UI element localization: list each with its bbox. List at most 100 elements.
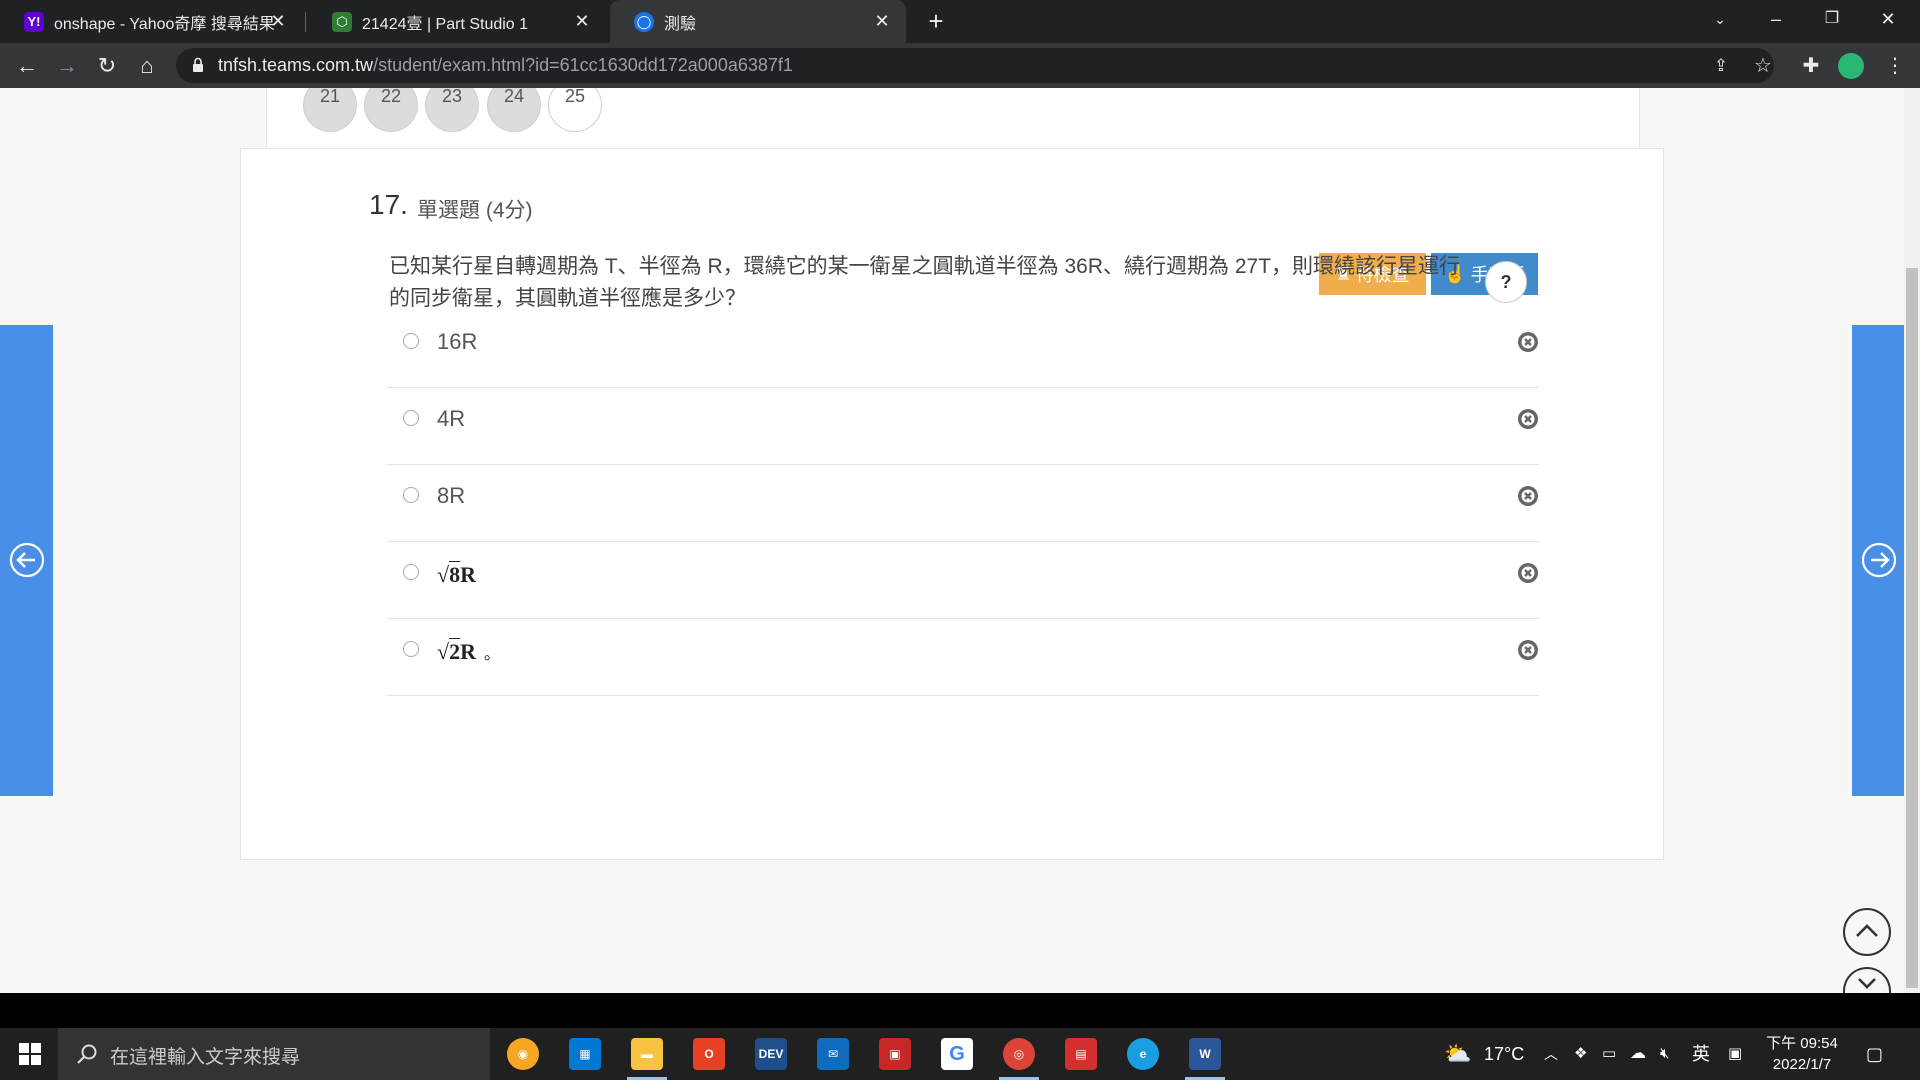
option-row[interactable]: 8R: [387, 465, 1539, 542]
windows-taskbar: 在這裡輸入文字來搜尋 ◉ ▦ ▬ O DEV ✉ ▣ G ◎ ▤ e W ⛅ 1…: [0, 1028, 1920, 1080]
option-label: 16R: [437, 329, 478, 354]
speaker-muted-icon[interactable]: 🔇︎: [1660, 1028, 1669, 1080]
weather-icon[interactable]: ⛅: [1444, 1028, 1471, 1080]
taskbar-search-box[interactable]: 在這裡輸入文字來搜尋: [58, 1028, 490, 1080]
eliminate-option-icon[interactable]: [1517, 331, 1539, 353]
tab-onshape[interactable]: ⬡ 21424壹 | Part Studio 1 ✕: [308, 0, 606, 43]
extensions-icon[interactable]: ✚: [1796, 51, 1826, 81]
gift-app-icon[interactable]: ▣: [879, 1038, 911, 1070]
chevron-down-icon: [1858, 978, 1876, 989]
option-radio[interactable]: [403, 487, 419, 503]
file-explorer-icon[interactable]: ▬: [631, 1038, 663, 1070]
option-radio[interactable]: [403, 333, 419, 349]
home-icon[interactable]: ⌂: [132, 51, 162, 81]
question-nav-item[interactable]: 24: [487, 88, 541, 132]
eliminate-option-icon[interactable]: [1517, 408, 1539, 430]
clock-time: 下午 09:54: [1766, 1035, 1838, 1052]
restore-button[interactable]: ❐: [1804, 0, 1860, 40]
menu-icon[interactable]: ⋮: [1880, 51, 1910, 81]
next-question-button[interactable]: [1852, 325, 1904, 796]
unit-suffix: R: [460, 639, 476, 664]
clock[interactable]: 下午 09:54 2022/1/7: [1766, 1033, 1838, 1075]
store-app-icon[interactable]: ▦: [569, 1038, 601, 1070]
option-label: 8R: [437, 483, 466, 508]
arrow-right-circle-icon: [1861, 542, 1897, 578]
tab-divider: [305, 12, 306, 32]
chrome-app-icon[interactable]: ◎: [1003, 1038, 1035, 1070]
tab-title: 21424壹 | Part Studio 1: [362, 15, 529, 33]
option-label: √8R: [437, 561, 476, 588]
calendar-app-icon[interactable]: ▤: [1065, 1038, 1097, 1070]
windows-icon: [19, 1043, 41, 1065]
option-radio[interactable]: [403, 410, 419, 426]
dev-app-icon[interactable]: DEV: [755, 1038, 787, 1070]
url-text: tnfsh.teams.com.tw/student/exam.html?id=…: [218, 55, 793, 76]
question-nav-item[interactable]: 25: [548, 88, 602, 132]
onedrive-icon[interactable]: ☁: [1630, 1028, 1646, 1080]
lock-icon: [193, 57, 203, 72]
edge-app-icon[interactable]: e: [1127, 1038, 1159, 1070]
chevron-up-icon: [1856, 924, 1878, 937]
start-button[interactable]: [0, 1028, 58, 1080]
browser-toolbar: ← → ↻ ⌂ tnfsh.teams.com.tw/student/exam.…: [0, 43, 1920, 88]
minimize-button[interactable]: –: [1748, 0, 1804, 40]
tab-exam[interactable]: ◯ 測驗 ✕: [610, 0, 906, 43]
close-icon[interactable]: ✕: [872, 11, 892, 31]
tab-yahoo[interactable]: Y! onshape - Yahoo奇摩 搜尋結果 ✕: [0, 0, 302, 43]
google-app-icon[interactable]: G: [941, 1038, 973, 1070]
question-card: 17. 單選題 (4分) ♜待檢查 ☝手寫板 已知某行星自轉週期為 T、半徑為 …: [240, 148, 1664, 860]
ime-indicator[interactable]: 英: [1692, 1028, 1710, 1080]
previous-question-button[interactable]: [0, 325, 53, 796]
search-icon: [77, 1044, 97, 1064]
option-radio[interactable]: [403, 564, 419, 580]
tab-title: 測驗: [664, 15, 697, 33]
tab-search-icon[interactable]: ⌄: [1692, 0, 1748, 40]
answer-options: 16R 4R 8R √8R √2R。: [387, 311, 1539, 696]
mail-app-icon[interactable]: ✉: [817, 1038, 849, 1070]
scrollbar-thumb[interactable]: [1906, 268, 1918, 988]
search-placeholder: 在這裡輸入文字來搜尋: [110, 1047, 301, 1068]
eliminate-option-icon[interactable]: [1517, 639, 1539, 661]
teams-icon: ◯: [634, 11, 654, 32]
scroll-top-button[interactable]: [1843, 908, 1891, 956]
close-icon[interactable]: ✕: [268, 11, 288, 31]
dropbox-icon[interactable]: ❖: [1574, 1028, 1587, 1080]
share-icon[interactable]: ⇪: [1706, 51, 1736, 81]
url-host: tnfsh.teams.com.tw: [218, 55, 374, 75]
bookmark-star-icon[interactable]: ☆: [1748, 51, 1778, 81]
chevron-up-icon[interactable]: ︿: [1544, 1028, 1558, 1080]
help-button[interactable]: ?: [1485, 261, 1527, 303]
reload-icon[interactable]: ↻: [92, 51, 122, 81]
option-row[interactable]: 4R: [387, 388, 1539, 465]
new-tab-button[interactable]: +: [922, 8, 950, 36]
page-bottom-strip: [0, 993, 1920, 1028]
option-label: √2R 。: [437, 638, 500, 665]
option-row[interactable]: 16R: [387, 311, 1539, 388]
ime-mode-icon[interactable]: ▣: [1728, 1028, 1742, 1080]
tab-title: onshape - Yahoo奇摩 搜尋結果: [54, 15, 275, 33]
question-nav-item[interactable]: 21: [303, 88, 357, 132]
back-icon[interactable]: ←: [12, 51, 42, 81]
close-icon[interactable]: ✕: [572, 11, 592, 31]
option-row[interactable]: √2R 。: [387, 619, 1539, 696]
question-nav-item[interactable]: 23: [425, 88, 479, 132]
forward-icon[interactable]: →: [52, 51, 82, 81]
address-bar[interactable]: tnfsh.teams.com.tw/student/exam.html?id=…: [176, 48, 1774, 83]
notification-icon[interactable]: ▢: [1866, 1028, 1883, 1080]
eliminate-option-icon[interactable]: [1517, 562, 1539, 584]
option-label: 4R: [437, 406, 466, 431]
office-app-icon[interactable]: O: [693, 1038, 725, 1070]
option-radio[interactable]: [403, 641, 419, 657]
cortana-app-icon[interactable]: ◉: [507, 1038, 539, 1070]
question-text: 已知某行星自轉週期為 T、半徑為 R，環繞它的某一衛星之圓軌道半徑為 36R、繞…: [389, 255, 1461, 310]
browser-tab-bar: Y! onshape - Yahoo奇摩 搜尋結果 ✕ ⬡ 21424壹 | P…: [0, 0, 1920, 43]
battery-icon[interactable]: ▭: [1602, 1028, 1616, 1080]
option-row[interactable]: √8R: [387, 542, 1539, 619]
profile-avatar[interactable]: [1838, 53, 1864, 79]
question-nav-item[interactable]: 22: [364, 88, 418, 132]
temperature-text[interactable]: 17°C: [1484, 1028, 1524, 1080]
window-close-button[interactable]: ✕: [1860, 0, 1916, 40]
word-app-icon[interactable]: W: [1189, 1038, 1221, 1070]
question-type: 單選題 (4分): [417, 199, 533, 222]
eliminate-option-icon[interactable]: [1517, 485, 1539, 507]
